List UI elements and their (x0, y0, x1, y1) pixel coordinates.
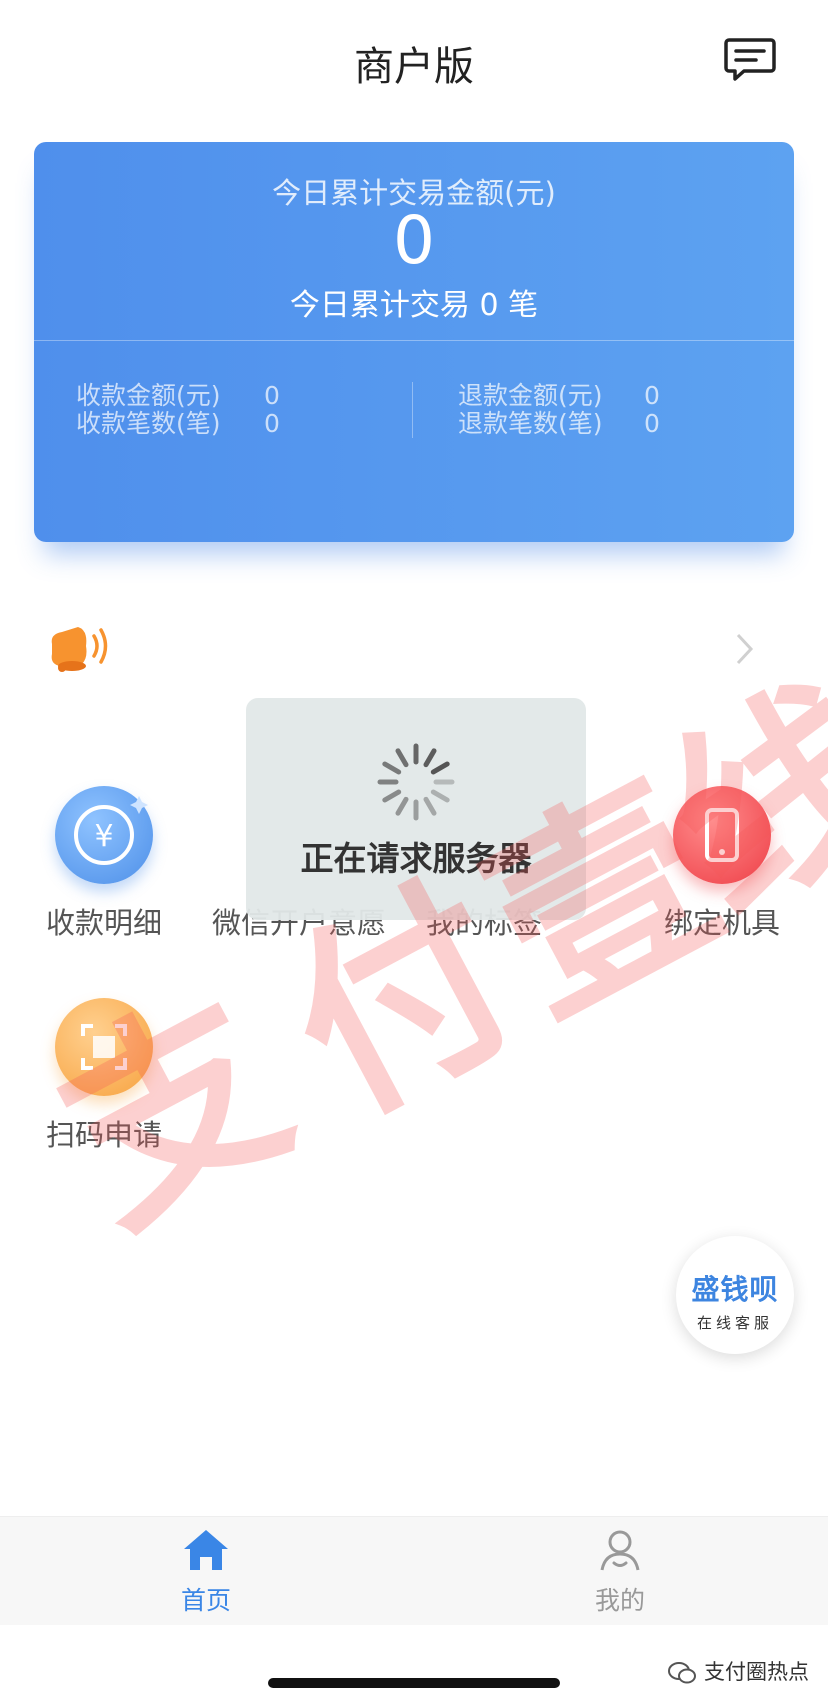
spinner-tick (423, 748, 437, 768)
spinner-tick (430, 789, 450, 803)
wechat-icon (668, 1662, 696, 1684)
chat-bubble-icon (724, 38, 776, 81)
spinner-tick (382, 789, 402, 803)
grid-item-bind-device[interactable]: 绑定机具 (642, 786, 802, 942)
customer-service-brand: 盛钱呗 (691, 1273, 779, 1306)
loading-text: 正在请求服务器 (300, 839, 532, 878)
customer-service-subtitle: 在线客服 (696, 1314, 773, 1332)
tab-label: 我的 (594, 1586, 645, 1615)
user-icon (600, 1530, 640, 1571)
notice-bar[interactable] (0, 612, 828, 684)
refund-amount-label: 退款金额(元) (458, 381, 603, 410)
grid-item-scan-apply[interactable]: 扫码申请 (24, 998, 184, 1154)
refund-amount-value: 0 (644, 381, 660, 410)
receive-count-label: 收款笔数(笔) (76, 409, 221, 438)
spinner-tick (423, 796, 437, 816)
bottom-tab-bar: 首页 我的 (0, 1516, 828, 1625)
receive-amount-value: 0 (264, 381, 280, 410)
loading-toast: 正在请求服务器 (246, 698, 586, 920)
grid-item-label: 绑定机具 (663, 906, 780, 940)
spinner-tick (382, 761, 402, 775)
spinner-tick (430, 761, 450, 775)
today-count-text: 今日累计交易 0 笔 (289, 288, 539, 323)
page-title: 商户版 (354, 44, 474, 90)
card-divider (34, 340, 794, 341)
grid-item-label: 收款明细 (45, 906, 162, 940)
transaction-summary-card: 今日累计交易金额(元) 0 今日累计交易 0 笔 收款金额(元) 0 收款笔数(… (34, 142, 794, 542)
grid-item-label: 扫码申请 (45, 1118, 162, 1152)
refund-count-value: 0 (644, 409, 660, 438)
yen-coin-icon: ¥ (55, 786, 153, 884)
message-button[interactable] (724, 36, 776, 82)
receive-count-value: 0 (264, 409, 280, 438)
scan-icon (55, 998, 153, 1096)
tab-home[interactable]: 首页 (146, 1527, 266, 1617)
svg-text:¥: ¥ (94, 819, 113, 854)
refund-count-label: 退款笔数(笔) (458, 409, 603, 438)
phone-icon (673, 786, 771, 884)
card-vertical-divider (412, 382, 413, 438)
bell-speaker-icon (51, 627, 108, 672)
spinner-tick (395, 796, 409, 816)
loading-spinner-icon (377, 743, 455, 821)
spinner-tick (395, 748, 409, 768)
home-indicator (268, 1678, 560, 1688)
home-icon (184, 1530, 228, 1570)
footer-account-name: 支付圈热点 (704, 1660, 809, 1684)
today-amount-value: 0 (393, 202, 435, 279)
grid-item-receipt-details[interactable]: ¥ 收款明细 (24, 786, 184, 942)
online-customer-service-button[interactable]: 盛钱呗 在线客服 (676, 1236, 794, 1354)
chevron-right-icon (736, 633, 754, 665)
tab-mine[interactable]: 我的 (560, 1527, 680, 1617)
receive-amount-label: 收款金额(元) (76, 381, 221, 410)
footer-account-mark: 支付圈热点 (668, 1656, 809, 1686)
tab-label: 首页 (180, 1586, 231, 1615)
header: 商户版 (0, 0, 828, 120)
